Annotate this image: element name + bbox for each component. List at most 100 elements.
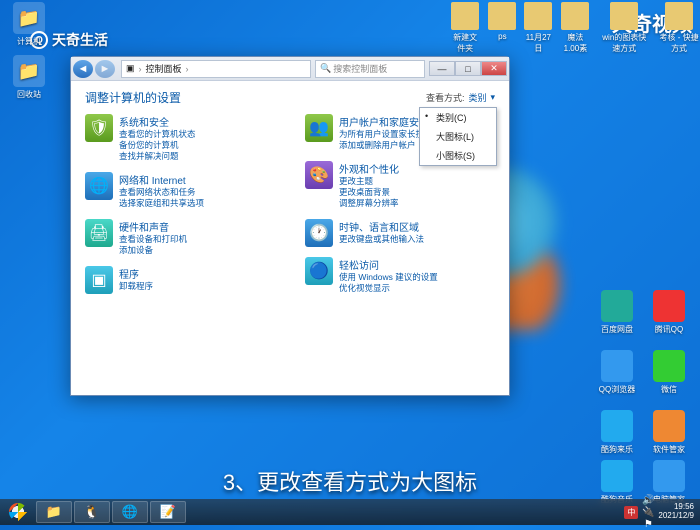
- category-icon: 👥: [305, 114, 333, 142]
- categories-left: 🛡 系统和安全查看您的计算机状态备份您的计算机查找并解决问题 🌐 网络和 Intern…: [85, 114, 275, 387]
- app-icon: [601, 410, 633, 442]
- maximize-button[interactable]: □: [455, 61, 481, 76]
- category-title[interactable]: 硬件和声音: [119, 219, 187, 234]
- breadcrumb-sep: ›: [139, 64, 142, 74]
- category-icon: 🛡: [85, 114, 113, 142]
- taskbar-item[interactable]: 📝: [150, 501, 186, 523]
- desktop-icon-label: QQ浏览器: [599, 384, 635, 395]
- tray-icon[interactable]: 🔊: [642, 494, 654, 506]
- desktop-icon[interactable]: 考核 - 快捷方式: [658, 2, 700, 54]
- category-sublink[interactable]: 更改桌面背景: [339, 187, 399, 198]
- nav-forward-button[interactable]: ►: [95, 60, 115, 78]
- category-icon: 🔵: [305, 257, 333, 285]
- clock[interactable]: 19:56 2021/12/9: [658, 503, 694, 521]
- app-icon: [653, 410, 685, 442]
- minimize-button[interactable]: —: [429, 61, 455, 76]
- folder-icon: [610, 2, 638, 30]
- ime-indicator[interactable]: 中: [624, 506, 638, 519]
- desktop-icon[interactable]: 11月27日: [524, 2, 552, 54]
- tray-icon[interactable]: 🔌: [642, 506, 654, 518]
- category-icon: ▣: [85, 266, 113, 294]
- category-sublink[interactable]: 查看设备和打印机: [119, 234, 187, 245]
- dropdown-item[interactable]: 大图标(L): [420, 127, 496, 146]
- desktop-icon[interactable]: 📁回收站: [4, 55, 54, 100]
- category-sublink[interactable]: 更改键盘或其他输入法: [339, 234, 424, 245]
- category-item: 🎨 外观和个性化更改主题更改桌面背景调整屏幕分辨率: [305, 161, 495, 209]
- dropdown-item[interactable]: 小图标(S): [420, 146, 496, 165]
- desktop-icon-label: 微信: [661, 384, 677, 395]
- category-title[interactable]: 轻松访问: [339, 257, 438, 272]
- desktop-icon-label: 魔法1.00素: [560, 32, 590, 54]
- taskbar-item[interactable]: 🐧: [74, 501, 110, 523]
- desktop-icon[interactable]: win的图表快速方式: [598, 2, 650, 54]
- category-sublink[interactable]: 查找并解决问题: [119, 151, 196, 162]
- window-controls: — □ ✕: [429, 61, 507, 76]
- category-sublink[interactable]: 备份您的计算机: [119, 140, 196, 151]
- category-title[interactable]: 时钟、语言和区域: [339, 219, 424, 234]
- desktop-icon-label: win的图表快速方式: [598, 32, 650, 54]
- start-button[interactable]: [2, 500, 34, 524]
- desktop-icon[interactable]: 微信: [644, 350, 694, 403]
- category-title[interactable]: 网络和 Internet: [119, 172, 204, 187]
- desktop-icon[interactable]: 百度网盘: [592, 290, 642, 343]
- nav-back-button[interactable]: ◄: [73, 60, 93, 78]
- category-item: 🖨 硬件和声音查看设备和打印机添加设备: [85, 219, 275, 256]
- search-box[interactable]: 🔍 搜索控制面板: [315, 60, 425, 78]
- category-icon: 🖨: [85, 219, 113, 247]
- window-content: 调整计算机的设置 查看方式: 类别 ▾ 类别(C)大图标(L)小图标(S) 🛡 系…: [71, 81, 509, 395]
- desktop-icon-label: 酷狗来乐: [601, 444, 633, 455]
- category-sublink[interactable]: 优化视觉显示: [339, 283, 438, 294]
- category-sublink[interactable]: 查看您的计算机状态: [119, 129, 196, 140]
- desktop-icon[interactable]: QQ浏览器: [592, 350, 642, 403]
- category-sublink[interactable]: 卸载程序: [119, 281, 153, 292]
- desktop-icon[interactable]: 酷狗来乐: [592, 410, 642, 463]
- category-sublink[interactable]: 使用 Windows 建议的设置: [339, 272, 438, 283]
- search-icon: 🔍: [320, 63, 331, 74]
- category-item: 🕐时钟、语言和区域更改键盘或其他输入法: [305, 219, 495, 247]
- desktop-icon[interactable]: 软件管家: [644, 410, 694, 463]
- tray-icon[interactable]: ⚑: [642, 518, 654, 530]
- taskbar-item[interactable]: 📁: [36, 501, 72, 523]
- dropdown-item[interactable]: 类别(C): [420, 108, 496, 127]
- content-header: 调整计算机的设置 查看方式: 类别 ▾: [85, 89, 495, 106]
- folder-icon: [665, 2, 693, 30]
- taskbar-items: 📁🐧🌐📝: [36, 501, 186, 523]
- taskbar-item[interactable]: 🌐: [112, 501, 148, 523]
- search-placeholder: 搜索控制面板: [333, 62, 387, 75]
- breadcrumb-sep: ›: [186, 64, 189, 74]
- desktop-icon[interactable]: 新建文件夹: [450, 2, 480, 54]
- clock-date: 2021/12/9: [658, 512, 694, 521]
- desktop-icon[interactable]: 腾讯QQ: [644, 290, 694, 343]
- desktop-icon-label: 计算机: [17, 36, 41, 47]
- view-dropdown: 类别(C)大图标(L)小图标(S): [419, 107, 497, 166]
- category-item: 🛡 系统和安全查看您的计算机状态备份您的计算机查找并解决问题: [85, 114, 275, 162]
- category-icon: 🌐: [85, 172, 113, 200]
- desktop-icon-label: ps: [498, 32, 506, 41]
- category-sublink[interactable]: 添加设备: [119, 245, 187, 256]
- desktop-icon[interactable]: ps: [488, 2, 516, 54]
- category-title[interactable]: 系统和安全: [119, 114, 196, 129]
- category-title[interactable]: 外观和个性化: [339, 161, 399, 176]
- chevron-down-icon: ▾: [490, 92, 495, 103]
- desktop-icon[interactable]: 📁计算机: [4, 2, 54, 47]
- category-sublink[interactable]: 调整屏幕分辨率: [339, 198, 399, 209]
- category-sublink[interactable]: 选择家庭组和共享选项: [119, 198, 204, 209]
- close-button[interactable]: ✕: [481, 61, 507, 76]
- category-sublink[interactable]: 更改主题: [339, 176, 399, 187]
- category-item: ▣ 程序卸载程序: [85, 266, 275, 294]
- view-value: 类别: [468, 91, 486, 104]
- desktop-icon-label: 腾讯QQ: [655, 324, 683, 335]
- view-mode-selector[interactable]: 查看方式: 类别 ▾: [426, 91, 495, 104]
- category-item: 🔵 轻松访问使用 Windows 建议的设置优化视觉显示: [305, 257, 495, 294]
- address-bar[interactable]: ▣ › 控制面板 ›: [121, 60, 311, 78]
- category-sublink[interactable]: 查看网络状态和任务: [119, 187, 204, 198]
- folder-icon: [451, 2, 479, 30]
- category-icon: 🎨: [305, 161, 333, 189]
- desktop-icon-label: 考核 - 快捷方式: [658, 32, 700, 54]
- desktop-icon[interactable]: 魔法1.00素: [560, 2, 590, 54]
- desktop-icon-label: 11月27日: [524, 32, 552, 54]
- desktop-icon-label: 软件管家: [653, 444, 685, 455]
- control-panel-window: ◄ ► ▣ › 控制面板 › 🔍 搜索控制面板 — □ ✕ 调整计算机的设置: [70, 56, 510, 396]
- breadcrumb-item[interactable]: 控制面板: [146, 62, 182, 75]
- category-title[interactable]: 程序: [119, 266, 153, 281]
